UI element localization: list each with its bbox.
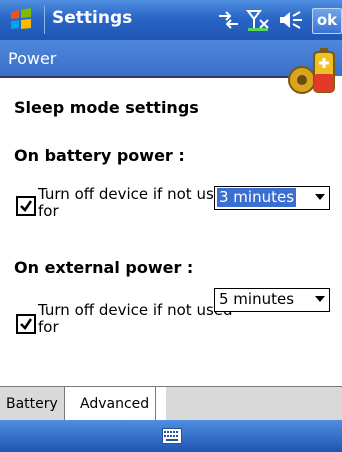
window-title: Settings bbox=[52, 8, 133, 28]
chevron-down-icon bbox=[315, 194, 325, 200]
external-turn-off-label: Turn off device if not used for bbox=[38, 301, 233, 336]
external-turn-off-checkbox[interactable] bbox=[16, 314, 36, 334]
tab-strip-filler bbox=[166, 387, 342, 421]
page-title: Power bbox=[8, 49, 57, 68]
volume-icon[interactable] bbox=[276, 8, 306, 36]
external-timeout-value: 5 minutes bbox=[219, 290, 295, 308]
tab-battery[interactable]: Battery bbox=[0, 387, 65, 421]
battery-turn-off-label: Turn off device if not used for bbox=[38, 185, 233, 220]
battery-power-heading: On battery power : bbox=[14, 146, 185, 165]
connectivity-icon[interactable] bbox=[216, 8, 242, 36]
chevron-down-icon bbox=[315, 296, 325, 302]
battery-power-icon bbox=[288, 48, 335, 94]
battery-timeout-value: 3 minutes bbox=[217, 188, 297, 207]
windows-flag-icon[interactable] bbox=[6, 6, 36, 34]
title-bar: Settings ok bbox=[0, 0, 342, 40]
signal-off-icon[interactable] bbox=[246, 8, 272, 36]
keyboard-icon[interactable] bbox=[162, 428, 182, 444]
checkmark-icon bbox=[20, 200, 33, 212]
sleep-mode-heading: Sleep mode settings bbox=[14, 98, 199, 117]
battery-turn-off-checkbox[interactable] bbox=[16, 196, 36, 216]
tab-advanced[interactable]: Advanced bbox=[74, 387, 157, 421]
tab-strip: Battery Advanced bbox=[0, 386, 342, 421]
external-timeout-dropdown[interactable]: 5 minutes bbox=[214, 288, 330, 312]
checkmark-icon bbox=[20, 318, 33, 330]
title-separator bbox=[44, 6, 45, 34]
menu-bar bbox=[0, 420, 342, 452]
external-power-heading: On external power : bbox=[14, 258, 194, 277]
header-divider bbox=[0, 76, 300, 78]
ok-button[interactable]: ok bbox=[312, 8, 342, 34]
battery-timeout-dropdown[interactable]: 3 minutes bbox=[214, 186, 330, 210]
